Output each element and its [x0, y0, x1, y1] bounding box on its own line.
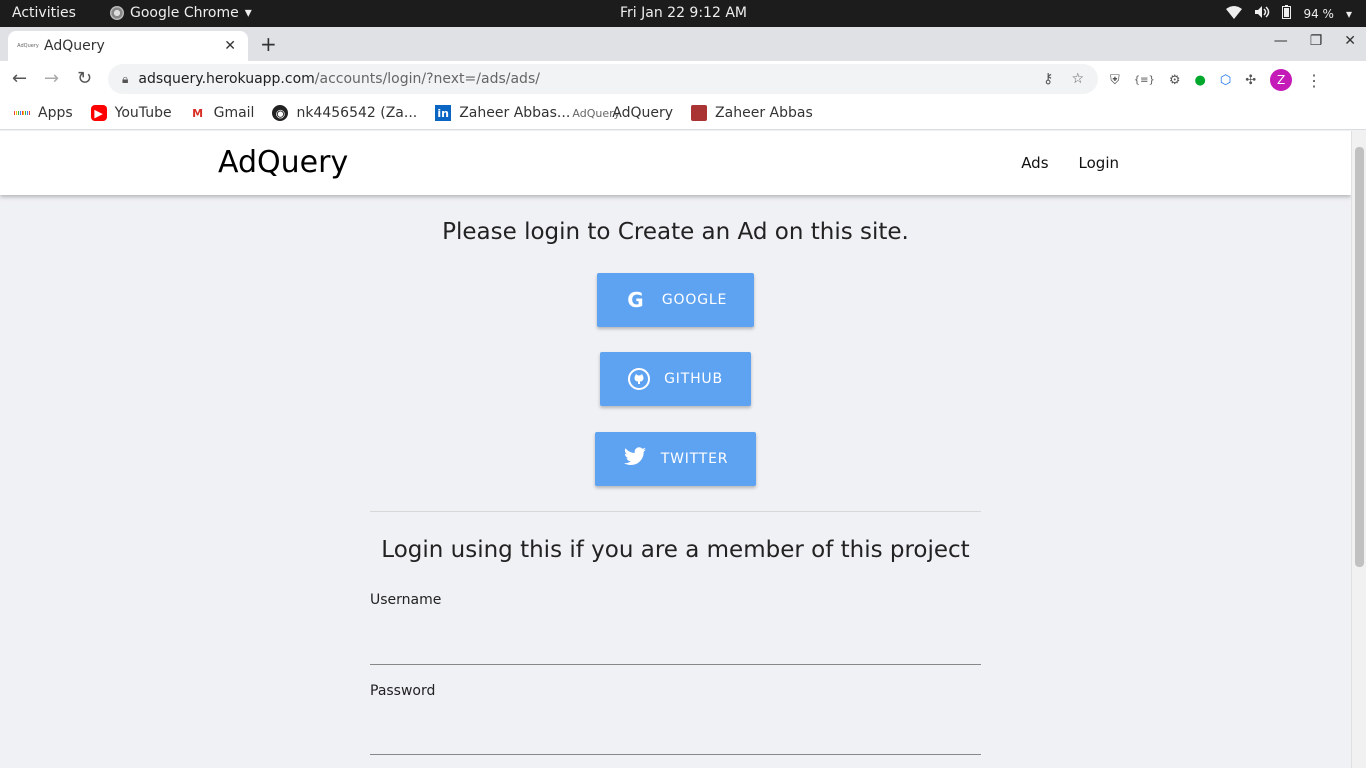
scrollbar-thumb[interactable] [1355, 147, 1364, 567]
back-arrow-icon[interactable]: ← [12, 68, 27, 89]
bookmark-label: Gmail [213, 105, 255, 121]
twitter-login-label: TWITTER [660, 451, 729, 467]
site-nav: Ads Login [1021, 154, 1119, 172]
browser-tab[interactable]: AdQuery AdQuery ✕ [8, 31, 248, 61]
google-login-button[interactable]: G GOOGLE [597, 273, 754, 327]
bookmarks-bar: Apps ▶ YouTube M Gmail ◉ nk4456542 (Za..… [0, 97, 1366, 130]
bookmark-label: YouTube [114, 105, 172, 121]
evernote-icon[interactable]: ● [1195, 73, 1206, 88]
tab-strip: AdQuery AdQuery ✕ + — ❐ ✕ [0, 27, 1366, 61]
minimize-icon[interactable]: — [1274, 33, 1288, 49]
bookmark-github[interactable]: ◉ nk4456542 (Za... [272, 105, 417, 121]
volume-icon [1254, 5, 1270, 22]
bookmark-zaheer[interactable]: Zaheer Abbas [691, 105, 813, 121]
kebab-menu-icon[interactable]: ⋮ [1306, 71, 1322, 90]
os-top-bar: Activities Google Chrome ▾ Fri Jan 22 9:… [0, 0, 1366, 27]
browser-toolbar: ← → ↻ 🔒︎ adsquery.herokuapp.com /account… [0, 61, 1366, 97]
member-login-heading: Login using this if you are a member of … [381, 537, 970, 563]
password-input[interactable] [370, 719, 981, 755]
bookmark-linkedin[interactable]: in Zaheer Abbas... [435, 105, 570, 121]
bookmark-label: Apps [38, 105, 73, 121]
settings-extension-icon[interactable]: ⚙ [1169, 73, 1181, 88]
gmail-icon: M [192, 106, 204, 120]
divider [370, 511, 981, 512]
extensions-puzzle-icon[interactable]: ✣ [1245, 73, 1256, 88]
bookmark-star-icon[interactable]: ☆ [1071, 71, 1084, 87]
bookmark-youtube[interactable]: ▶ YouTube [90, 105, 172, 121]
lock-icon[interactable]: 🔒︎ [122, 72, 128, 87]
caret-down-icon: ▾ [1345, 6, 1352, 21]
github-icon: ◉ [272, 105, 289, 121]
key-icon[interactable]: ⚷ [1043, 71, 1053, 87]
github-icon [628, 368, 651, 390]
caret-down-icon: ▾ [244, 5, 252, 21]
login-heading: Please login to Create an Ad on this sit… [442, 219, 909, 245]
username-input[interactable] [370, 629, 981, 665]
nav-ads-link[interactable]: Ads [1021, 154, 1048, 172]
bookmark-label: AdQuery [612, 105, 674, 121]
json-viewer-icon[interactable]: {≡} [1134, 75, 1155, 86]
chrome-icon [110, 6, 124, 20]
extensions-area: ⛨ {≡} ⚙ ● ⬡ ✣ Z ⋮ [1110, 69, 1322, 91]
twitter-login-button[interactable]: TWITTER [595, 432, 756, 486]
profile-avatar[interactable]: Z [1270, 69, 1293, 91]
google-icon: G [627, 288, 645, 312]
url-host: adsquery.herokuapp.com [138, 71, 315, 87]
reload-icon[interactable]: ↻ [77, 68, 92, 89]
window-controls: — ❐ ✕ [1274, 33, 1356, 49]
forward-arrow-icon[interactable]: → [44, 68, 59, 89]
bookmark-gmail[interactable]: M Gmail [190, 105, 255, 121]
adquery-favicon-icon: AdQuery [17, 43, 39, 49]
wifi-icon [1226, 5, 1243, 22]
linkedin-icon: in [435, 105, 452, 121]
activities-button[interactable]: Activities [12, 5, 76, 21]
system-tray[interactable]: 94 % ▾ [1226, 5, 1352, 22]
page-scrollbar[interactable] [1351, 131, 1366, 768]
restore-icon[interactable]: ❐ [1310, 33, 1323, 49]
battery-icon [1282, 5, 1292, 22]
profile-photo-icon [691, 105, 708, 121]
tab-title: AdQuery [44, 38, 105, 54]
close-tab-icon[interactable]: ✕ [224, 38, 236, 54]
clock[interactable]: Fri Jan 22 9:12 AM [620, 5, 747, 21]
ublock-icon[interactable]: ⛨ [1110, 73, 1120, 88]
bookmark-label: Zaheer Abbas [715, 105, 813, 121]
bookmark-apps[interactable]: Apps [14, 105, 73, 121]
bookmark-adquery[interactable]: AdQuery AdQuery [572, 105, 674, 121]
new-tab-icon[interactable]: + [260, 32, 277, 56]
close-window-icon[interactable]: ✕ [1344, 33, 1356, 49]
apps-grid-icon [14, 105, 31, 121]
nav-login-link[interactable]: Login [1079, 154, 1119, 172]
google-login-label: GOOGLE [661, 292, 728, 308]
adquery-icon: AdQuery [572, 106, 621, 120]
url-path: /accounts/login/?next=/ads/ads/ [314, 71, 540, 87]
cube-extension-icon[interactable]: ⬡ [1220, 73, 1231, 88]
site-brand[interactable]: AdQuery [218, 145, 348, 180]
github-login-button[interactable]: GITHUB [600, 352, 751, 406]
page-viewport: AdQuery Ads Login Please login to Create… [0, 131, 1351, 768]
bookmark-label: nk4456542 (Za... [296, 105, 418, 121]
app-menu-label: Google Chrome [130, 5, 239, 21]
bookmark-label: Zaheer Abbas... [459, 105, 571, 121]
address-bar[interactable]: 🔒︎ adsquery.herokuapp.com /accounts/logi… [108, 64, 1098, 94]
battery-percent: 94 % [1303, 6, 1334, 21]
app-menu[interactable]: Google Chrome ▾ [110, 5, 252, 21]
username-label: Username [370, 592, 442, 608]
site-header: AdQuery Ads Login [0, 131, 1351, 195]
github-login-label: GITHUB [664, 371, 723, 387]
password-label: Password [370, 683, 436, 699]
youtube-icon: ▶ [90, 105, 107, 121]
twitter-icon [623, 446, 647, 472]
